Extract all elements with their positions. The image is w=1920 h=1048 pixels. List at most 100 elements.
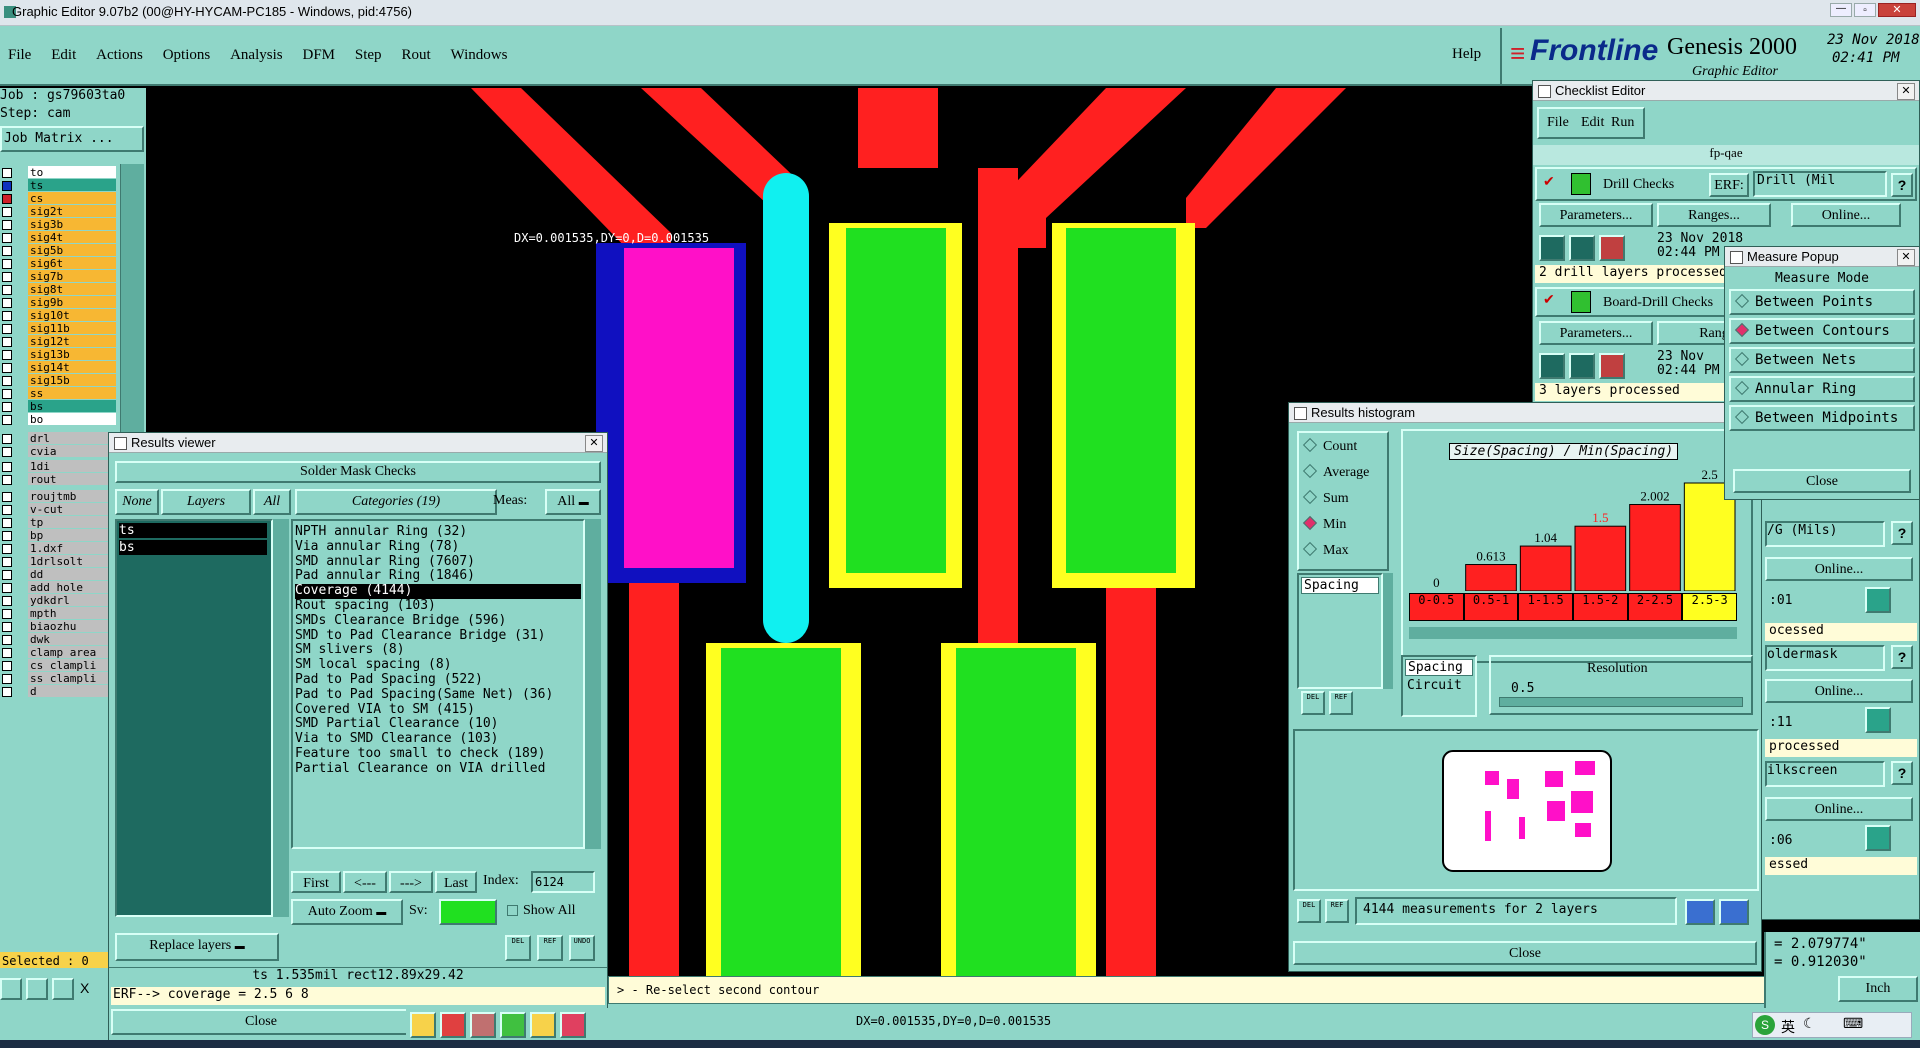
histogram-category[interactable]: 2.5-3 — [1682, 593, 1737, 621]
run-icon[interactable] — [1599, 235, 1625, 261]
layer-checkbox[interactable] — [2, 475, 12, 485]
mode-average[interactable]: Average — [1302, 463, 1369, 481]
menu-analysis[interactable]: Analysis — [230, 47, 283, 64]
histogram-bar[interactable] — [1629, 504, 1681, 591]
layer-checkbox[interactable] — [2, 635, 12, 645]
layer-name[interactable]: ss_clampli — [28, 672, 116, 684]
layer-12-icon[interactable] — [500, 1012, 526, 1038]
layer-name[interactable]: sig2t — [28, 205, 116, 217]
layer-row[interactable]: sig15b — [0, 374, 118, 387]
moon-icon[interactable]: ☾ — [1803, 1015, 1816, 1032]
layer-row[interactable]: cs — [0, 192, 118, 205]
layer-row[interactable]: dd — [0, 568, 118, 581]
hist-ref-button[interactable]: REF — [1329, 691, 1353, 715]
layer-name[interactable]: 1di — [28, 460, 116, 472]
category-item[interactable]: Feature too small to check (189) — [295, 746, 581, 762]
index-input[interactable]: 6124 — [531, 871, 595, 893]
zoom-tool-icon[interactable] — [0, 978, 22, 1000]
resolution-slider[interactable] — [1499, 697, 1743, 707]
layer-checkbox[interactable] — [2, 674, 12, 684]
layer-row[interactable]: 1di — [0, 460, 118, 473]
layer-name[interactable]: mpth — [28, 607, 116, 619]
layer-name[interactable]: clamp_area — [28, 646, 116, 658]
check-name[interactable]: Drill Checks — [1603, 177, 1674, 193]
layer-name[interactable]: ss — [28, 387, 116, 399]
preview-ref-button[interactable]: REF — [1325, 899, 1349, 923]
layer-checkbox[interactable] — [2, 583, 12, 593]
layer-name[interactable]: sig14t — [28, 361, 116, 373]
layer-name[interactable]: sig8t — [28, 283, 116, 295]
job-matrix-button[interactable]: Job Matrix ... — [0, 126, 144, 152]
sv-color-select[interactable] — [439, 899, 497, 925]
partial-label[interactable]: ilkscreen — [1765, 761, 1885, 787]
menu-windows[interactable]: Windows — [451, 47, 508, 64]
layer-name[interactable]: rout — [28, 473, 116, 485]
layer-checkbox[interactable] — [2, 531, 12, 541]
layer-row[interactable]: bs — [0, 400, 118, 413]
run-icon[interactable] — [1569, 235, 1595, 261]
layer-name[interactable]: sig10t — [28, 309, 116, 321]
category-item[interactable]: Pad to Pad Spacing (522) — [295, 672, 581, 688]
layer-row[interactable]: to — [0, 166, 118, 179]
minimize-button[interactable]: — — [1830, 3, 1852, 17]
checklist-menu-file[interactable]: File — [1547, 115, 1569, 131]
hist-del-button[interactable]: DEL — [1301, 691, 1325, 715]
layer-name[interactable]: dd — [28, 568, 116, 580]
mode-max[interactable]: Max — [1302, 541, 1349, 559]
layer-checkbox[interactable] — [2, 648, 12, 658]
layer-checkbox[interactable] — [2, 259, 12, 269]
category-item[interactable]: SM slivers (8) — [295, 643, 581, 658]
display-icon[interactable] — [410, 1012, 436, 1038]
layer-name[interactable]: sig4t — [28, 231, 116, 243]
checklist-menu-edit[interactable]: Edit — [1581, 115, 1604, 131]
layer-row[interactable]: ss_clampli — [0, 672, 118, 685]
layer-row[interactable]: bo — [0, 413, 118, 426]
mode-min[interactable]: Min — [1302, 515, 1346, 533]
layer-row[interactable]: sig11b — [0, 322, 118, 335]
zoom-icon[interactable] — [1865, 825, 1891, 851]
layers-button[interactable]: Layers — [161, 489, 251, 515]
menu-step[interactable]: Step — [355, 47, 382, 64]
layer-checkbox[interactable] — [2, 557, 12, 567]
layer-name[interactable]: bp — [28, 529, 116, 541]
layer-name[interactable]: to — [28, 166, 116, 178]
layer-row[interactable]: sig9b — [0, 296, 118, 309]
histogram-list-scrollbar[interactable] — [1383, 573, 1393, 689]
list-item-spacing[interactable]: Spacing — [1301, 577, 1379, 594]
measure-tool-icon[interactable] — [26, 978, 48, 1000]
checklist-close-icon[interactable]: ✕ — [1897, 83, 1915, 100]
results-layer-item[interactable]: bs — [119, 540, 267, 555]
layer-name[interactable]: sig15b — [28, 374, 116, 386]
layer-name[interactable]: sig13b — [28, 348, 116, 360]
layer-row[interactable]: clamp_area — [0, 646, 118, 659]
layer-row[interactable]: cvia — [0, 445, 118, 458]
clear-icon[interactable] — [440, 1012, 466, 1038]
category-item[interactable]: Via to SMD Clearance (103) — [295, 731, 581, 747]
grid-tool-icon[interactable] — [52, 978, 74, 1000]
category-item[interactable]: Coverage (4144) — [295, 583, 581, 599]
layer-checkbox[interactable] — [2, 350, 12, 360]
layer-name[interactable]: dwk — [28, 633, 116, 645]
layer-name[interactable]: ydkdrl — [28, 594, 116, 606]
layer-name[interactable]: sig3b — [28, 218, 116, 230]
notes-icon[interactable] — [530, 1012, 556, 1038]
layer-name[interactable]: cs_clampli — [28, 659, 116, 671]
show-all-checkbox[interactable] — [507, 905, 518, 916]
check-enabled-icon[interactable]: ✔ — [1543, 173, 1555, 190]
layer-row[interactable]: cs_clampli — [0, 659, 118, 672]
run-icon[interactable] — [1539, 235, 1565, 261]
layer-row[interactable]: 1.dxf — [0, 542, 118, 555]
layer-row[interactable]: sig10t — [0, 309, 118, 322]
category-item[interactable]: Covered VIA to SM (415) — [295, 702, 581, 718]
histogram-category[interactable]: 1.5-2 — [1573, 593, 1628, 621]
layer-name[interactable]: sig5b — [28, 244, 116, 256]
run-icon[interactable] — [1599, 353, 1625, 379]
menu-rout[interactable]: Rout — [401, 47, 430, 64]
layer-row[interactable]: mpth — [0, 607, 118, 620]
category-item[interactable]: Rout spacing (103) — [295, 598, 581, 614]
layer-row[interactable]: biaozhu — [0, 620, 118, 633]
layer-name[interactable]: bs — [28, 400, 116, 412]
layer-row[interactable]: sig5b — [0, 244, 118, 257]
layer-checkbox[interactable] — [2, 661, 12, 671]
histogram-close-button[interactable]: Close — [1293, 941, 1757, 965]
